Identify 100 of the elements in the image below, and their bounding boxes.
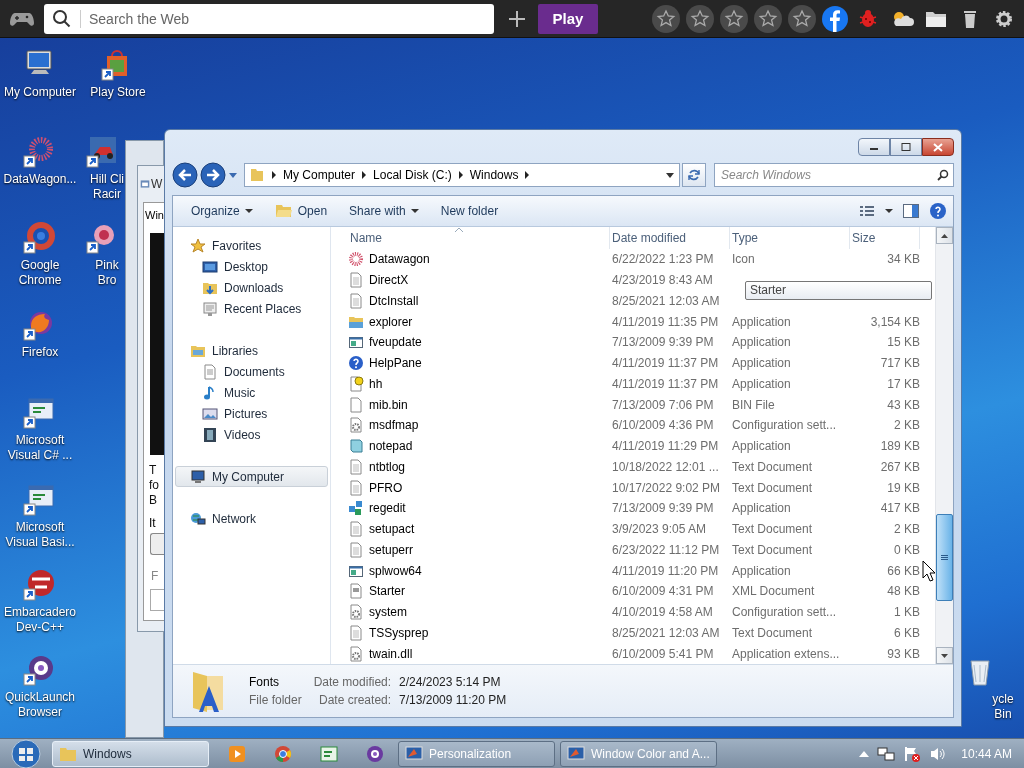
chevron-icon[interactable] — [361, 171, 368, 179]
column-header[interactable]: Date modified — [610, 227, 730, 249]
taskbar-button[interactable]: Windows — [52, 740, 209, 767]
code-window-icon[interactable] — [320, 744, 338, 763]
nav-item[interactable]: Favorites — [212, 238, 262, 253]
file-name[interactable]: setupact — [369, 522, 415, 537]
breadcrumb[interactable]: Windows — [469, 168, 519, 182]
file-name[interactable]: Datawagon — [369, 252, 430, 267]
media-player-icon[interactable] — [228, 744, 246, 763]
file-name[interactable]: regedit — [369, 501, 406, 516]
caret-icon[interactable] — [885, 208, 893, 214]
toolbar-button[interactable]: New folder — [432, 201, 507, 221]
file-name[interactable]: DirectX — [369, 273, 409, 288]
file-size: 15 KB — [886, 335, 920, 350]
file-type: Configuration sett... — [731, 418, 838, 433]
property-value: 2/24/2023 5:14 PM — [399, 675, 502, 689]
file-type: Application — [731, 563, 792, 578]
file-name[interactable]: twain.dll — [369, 646, 413, 661]
file-name[interactable]: TSSysprep — [369, 625, 429, 640]
file-name[interactable]: HelpPane — [369, 356, 422, 371]
column-header[interactable]: Size — [850, 227, 920, 249]
toolbar-button[interactable]: Organize — [183, 201, 261, 221]
plus-icon[interactable] — [508, 9, 526, 28]
file-date: 4/11/2019 11:37 PM — [611, 356, 720, 371]
file-name[interactable]: splwow64 — [369, 563, 422, 578]
file-name[interactable]: ntbtlog — [369, 459, 406, 474]
nav-item[interactable]: Network — [212, 511, 256, 526]
file-date: 7/13/2009 7:06 PM — [611, 397, 715, 412]
scroll-thumb[interactable] — [936, 514, 953, 601]
file-date: 4/23/2019 8:43 AM — [611, 273, 714, 288]
nav-item[interactable]: Music — [224, 385, 256, 400]
nav-item[interactable]: Desktop — [224, 259, 269, 274]
views-icon[interactable] — [859, 204, 875, 218]
column-header[interactable]: Type — [730, 227, 850, 249]
file-name[interactable]: DtcInstall — [369, 293, 419, 308]
nav-item[interactable]: Videos — [224, 427, 261, 442]
close-icon — [933, 142, 943, 152]
nav-item[interactable]: Pictures — [224, 406, 268, 421]
network-icon[interactable] — [877, 745, 896, 762]
scroll-up-icon[interactable] — [941, 233, 948, 238]
dropdown-icon[interactable] — [665, 171, 675, 179]
flag-icon[interactable] — [903, 745, 922, 762]
minimize-button[interactable] — [858, 138, 890, 156]
file-name[interactable]: fveupdate — [369, 335, 422, 350]
file-name[interactable]: PFRO — [369, 480, 403, 495]
file-name[interactable]: mib.bin — [369, 397, 408, 412]
browser-icon[interactable] — [274, 744, 292, 763]
icon-label: ycle Bin — [991, 692, 1015, 722]
tab[interactable]: Win — [145, 209, 164, 221]
gamepad-icon[interactable] — [10, 10, 34, 27]
play-button[interactable]: Play — [538, 3, 598, 34]
scrollbar[interactable] — [935, 227, 953, 664]
target-icon[interactable] — [366, 744, 384, 763]
file-name[interactable]: Starter — [369, 584, 405, 599]
file-name[interactable]: notepad — [369, 439, 413, 454]
help-icon[interactable] — [929, 202, 947, 220]
search-bar[interactable]: Search the Web — [44, 3, 494, 34]
code-window-icon[interactable] — [23, 483, 57, 517]
toolbar-button[interactable]: Open — [266, 200, 336, 222]
nav-item-highlight[interactable]: My Computer — [175, 466, 328, 487]
column-header[interactable]: Name — [348, 227, 610, 249]
notepad-icon — [348, 438, 364, 455]
toolbar-button[interactable]: Share with — [341, 201, 427, 221]
folder-icon — [249, 167, 265, 183]
file-name[interactable]: explorer — [369, 314, 413, 329]
file-date: 6/10/2009 5:41 PM — [611, 646, 715, 661]
chevron-icon[interactable] — [457, 171, 464, 179]
file-name[interactable]: msdfmap — [369, 418, 419, 433]
file-type: Text Document — [731, 542, 814, 557]
file-name[interactable]: hh — [369, 376, 383, 391]
up-arrow-icon[interactable] — [859, 749, 870, 758]
nav-item[interactable]: Libraries — [212, 343, 259, 358]
nav-item[interactable]: Documents — [224, 364, 285, 379]
code-window-icon[interactable] — [23, 396, 57, 430]
scroll-down-icon[interactable] — [941, 653, 948, 658]
facebook-icon[interactable] — [822, 5, 848, 32]
nav-item[interactable]: Downloads — [224, 280, 284, 295]
search-bar[interactable]: Search Windows — [714, 163, 954, 187]
volume-icon[interactable] — [929, 745, 948, 762]
preview-pane-icon[interactable] — [903, 204, 919, 218]
maximize-button[interactable] — [890, 138, 922, 156]
field-label: F — [151, 569, 159, 583]
pictures-icon — [202, 405, 218, 422]
desktop-icon — [202, 258, 218, 275]
address-bar[interactable]: My Computer Local Disk (C:) Windows — [244, 163, 680, 187]
breadcrumb[interactable]: Local Disk (C:) — [373, 168, 452, 182]
grip-icon — [941, 555, 948, 560]
ring-logo-icon[interactable] — [23, 221, 57, 255]
chevron-icon[interactable] — [271, 171, 277, 179]
refresh-button[interactable] — [682, 163, 706, 187]
close-button[interactable] — [922, 138, 954, 156]
file-name[interactable]: setuperr — [369, 542, 414, 557]
file-name[interactable]: system — [369, 605, 407, 620]
settings-file-icon — [348, 645, 364, 662]
nav-item[interactable]: Recent Places — [224, 301, 302, 316]
chevron-icon[interactable] — [524, 171, 531, 179]
dev-logo-icon[interactable] — [23, 568, 57, 602]
breadcrumb[interactable]: My Computer — [283, 168, 356, 182]
nav-item[interactable]: My Computer — [212, 469, 285, 484]
dropdown[interactable] — [150, 533, 164, 555]
